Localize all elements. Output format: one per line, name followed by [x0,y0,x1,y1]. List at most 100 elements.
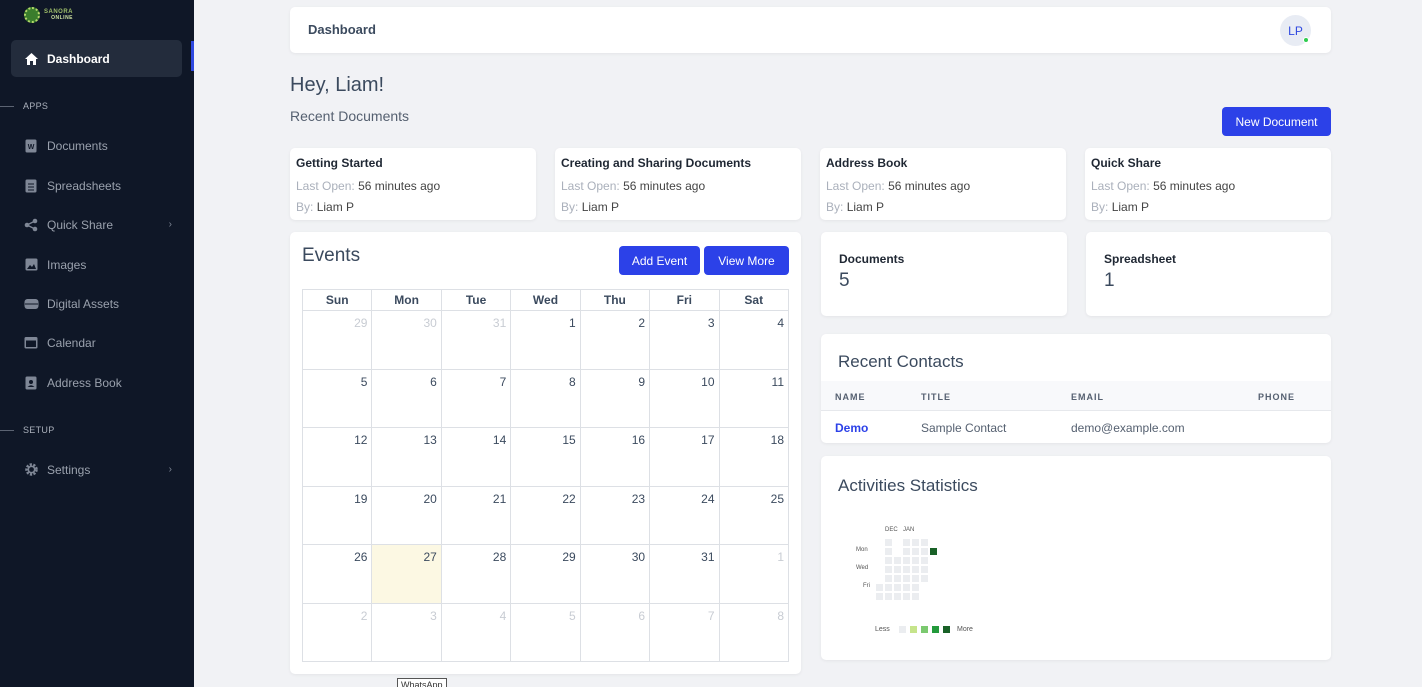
calendar-day-cell[interactable]: 22 [510,485,581,545]
sidebar-item-dashboard[interactable]: Dashboard [11,40,182,77]
document-title[interactable]: Quick Share [1091,156,1325,170]
calendar-day-cell[interactable]: 12 [301,427,373,487]
calendar-day-cell[interactable]: 1 [718,544,790,604]
weekday-header: Tue [440,289,512,311]
heatmap-cell [912,584,919,591]
calendar-day-cell[interactable]: 29 [301,310,373,370]
author-value: Liam P [846,200,885,214]
calendar-day-cell[interactable]: 17 [649,427,720,487]
column-header-title[interactable]: TITLE [921,392,951,402]
weekday-header: Sun [301,289,373,311]
calendar-day-cell[interactable]: 13 [371,427,442,487]
calendar-day-cell[interactable]: 28 [440,544,512,604]
calendar-day-cell[interactable]: 5 [301,368,373,428]
calendar-day-cell[interactable]: 31 [440,310,512,370]
contacts-table-header: NAME TITLE EMAIL PHONE [821,381,1331,411]
documents-stat-card[interactable]: Documents 5 [821,232,1067,316]
heatmap-cell [903,539,910,546]
stat-value: 5 [839,270,850,291]
calendar-day-cell[interactable]: 30 [371,310,442,370]
spreadsheets-stat-card[interactable]: Spreadsheet 1 [1086,232,1331,316]
calendar-day-cell[interactable]: 6 [371,368,442,428]
sidebar-item-settings[interactable]: Settings › [11,451,182,488]
document-title[interactable]: Getting Started [296,156,530,170]
calendar-day-cell[interactable]: 30 [579,544,651,604]
calendar-day-cell[interactable]: 3 [649,310,720,370]
document-card[interactable]: Getting Started Last Open: 56 minutes ag… [290,148,536,220]
calendar-day-cell[interactable]: 1 [510,310,581,370]
heatmap-cell [921,557,928,564]
calendar-day-cell[interactable]: 7 [440,368,512,428]
calendar-day-cell[interactable]: 3 [371,602,442,662]
column-header-phone[interactable]: PHONE [1258,392,1295,402]
heatmap-cell [903,584,910,591]
calendar-day-cell[interactable]: 29 [510,544,581,604]
sidebar-item-digital-assets[interactable]: Digital Assets [11,285,182,322]
document-title[interactable]: Address Book [826,156,1060,170]
calendar-day-cell[interactable]: 23 [579,485,651,545]
calendar-day-cell[interactable]: 25 [718,485,790,545]
sidebar-item-address-book[interactable]: Address Book [11,364,182,401]
document-card[interactable]: Address Book Last Open: 56 minutes ago B… [820,148,1066,220]
calendar-day-cell[interactable]: 18 [718,427,790,487]
heatmap-cell [885,593,892,600]
calendar-day-cell[interactable]: 5 [510,602,581,662]
page-title: Dashboard [308,22,376,37]
calendar-day-cell[interactable]: 7 [649,602,720,662]
heatmap-cell [912,539,919,546]
heatmap-cell [912,548,919,555]
calendar-day-cell[interactable]: 10 [649,368,720,428]
calendar-icon [23,335,39,351]
document-card[interactable]: Creating and Sharing Documents Last Open… [555,148,801,220]
calendar-day-cell[interactable]: 8 [510,368,581,428]
calendar-day-cell[interactable]: 31 [649,544,720,604]
chevron-right-icon: › [168,219,172,230]
by-label: By: [826,200,844,214]
last-open-label: Last Open: [826,179,885,193]
sidebar-item-spreadsheets[interactable]: Spreadsheets [11,167,182,204]
calendar-day-cell[interactable]: 21 [440,485,512,545]
calendar-day-cell[interactable]: 4 [718,310,790,370]
sidebar-item-calendar[interactable]: Calendar [11,324,182,361]
column-header-name[interactable]: NAME [835,392,866,402]
brand-logo[interactable]: SANORA ONLINE [24,7,73,23]
calendar-day-cell[interactable]: 8 [718,602,790,662]
avatar[interactable]: LP [1280,15,1311,46]
document-card[interactable]: Quick Share Last Open: 56 minutes ago By… [1085,148,1331,220]
sidebar-item-images[interactable]: Images [11,246,182,283]
heatmap-cell [930,548,937,555]
calendar-day-cell[interactable]: 19 [301,485,373,545]
calendar-day-cell[interactable]: 27 [371,544,442,604]
calendar-day-cell[interactable]: 15 [510,427,581,487]
recent-contacts-card: Recent Contacts NAME TITLE EMAIL PHONE D… [821,334,1331,443]
calendar-day-cell[interactable]: 24 [649,485,720,545]
calendar-day-cell[interactable]: 26 [301,544,373,604]
calendar-day-cell[interactable]: 16 [579,427,651,487]
calendar-day-cell[interactable]: 2 [301,602,373,662]
column-header-email[interactable]: EMAIL [1071,392,1104,402]
calendar-day-cell[interactable]: 6 [579,602,651,662]
sidebar-item-quick-share[interactable]: Quick Share › [11,206,182,243]
sidebar-item-documents[interactable]: W Documents [11,127,182,164]
brand-subtitle: ONLINE [51,15,74,21]
view-more-button[interactable]: View More [704,246,789,275]
calendar-day-cell[interactable]: 2 [579,310,651,370]
calendar-day-cell[interactable]: 4 [440,602,512,662]
heatmap-cell [903,593,910,600]
legend-swatch [932,626,939,633]
add-event-button[interactable]: Add Event [619,246,700,275]
logo-mark-icon [24,7,40,23]
contact-name-link[interactable]: Demo [835,421,868,435]
month-label: JAN [903,527,915,533]
new-document-button[interactable]: New Document [1222,107,1331,136]
document-title[interactable]: Creating and Sharing Documents [561,156,795,170]
last-open-value: 56 minutes ago [358,179,441,193]
calendar-day-cell[interactable]: 9 [579,368,651,428]
online-status-dot [1303,37,1309,43]
heatmap-cell [921,566,928,573]
calendar-day-cell[interactable]: 11 [718,368,790,428]
calendar-day-cell[interactable]: 14 [440,427,512,487]
calendar-day-cell[interactable]: 20 [371,485,442,545]
recent-documents-heading: Recent Documents [290,108,410,124]
legend-more: More [957,626,973,633]
